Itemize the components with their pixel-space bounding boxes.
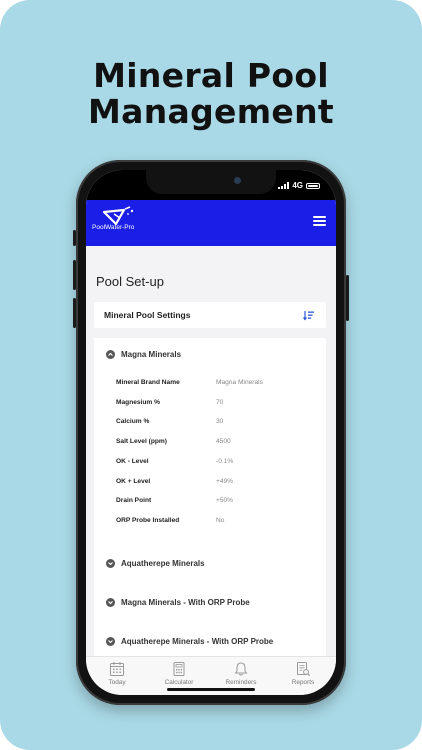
field-value: 30 <box>216 418 224 425</box>
calendar-icon <box>110 662 124 676</box>
field-key: Salt Level (ppm) <box>116 438 167 445</box>
accordion-label: Magna Minerals - With ORP Probe <box>121 598 250 607</box>
field-key: Magnesium % <box>116 399 160 406</box>
field-key: Mineral Brand Name <box>116 379 180 386</box>
promo-card: Mineral Pool Management 4G PoolWater-Pro… <box>0 0 422 750</box>
field-value: 70 <box>216 399 224 406</box>
chevron-down-icon <box>106 637 115 646</box>
poolwater-logo-icon <box>102 206 134 226</box>
battery-icon <box>306 182 320 189</box>
accordion-magna-minerals[interactable]: Magna Minerals <box>106 350 181 359</box>
hamburger-menu-button[interactable] <box>313 216 326 226</box>
tab-label: Reports <box>291 679 315 686</box>
headline-line-1: Mineral Pool <box>93 56 329 95</box>
bell-icon <box>234 662 248 676</box>
field-key: OK + Level <box>116 478 151 485</box>
report-icon <box>297 662 311 677</box>
camera-icon <box>234 177 241 184</box>
calculator-icon <box>173 662 185 676</box>
tab-reminders[interactable]: Reminders <box>210 661 272 686</box>
field-key: OK - Level <box>116 458 149 465</box>
field-value: +49% <box>216 478 234 485</box>
tab-label: Today <box>108 679 126 686</box>
field-key: ORP Probe Installed <box>116 517 180 524</box>
volume-down-button <box>73 298 76 328</box>
tab-label: Reminders <box>225 679 257 686</box>
tab-label: Calculator <box>164 679 194 686</box>
phone-screen: 4G PoolWater-Pro Pool Set-up Mineral Poo… <box>86 170 336 695</box>
sort-icon[interactable] <box>303 310 314 321</box>
field-value: No <box>216 517 225 524</box>
accordion-label: Aquatherepe Minerals <box>121 559 205 568</box>
power-button <box>346 275 349 321</box>
menu-line-icon <box>313 224 326 226</box>
mineral-settings-header[interactable]: Mineral Pool Settings <box>94 302 326 328</box>
field-value: +50% <box>216 497 234 504</box>
accordion-aquatherepe-orp[interactable]: Aquatherepe Minerals - With ORP Probe <box>106 637 273 646</box>
field-value: -0.1% <box>216 458 234 465</box>
field-key: Drain Point <box>116 497 152 504</box>
accordion-label: Magna Minerals <box>121 350 182 359</box>
menu-line-icon <box>313 220 326 222</box>
chevron-down-icon <box>106 559 115 568</box>
menu-line-icon <box>313 216 326 218</box>
headline-line-2: Management <box>88 92 334 131</box>
field-key: Calcium % <box>116 418 150 425</box>
notch <box>146 170 276 194</box>
home-indicator[interactable] <box>167 688 255 691</box>
main-content[interactable]: Pool Set-up Mineral Pool Settings Magna … <box>86 246 336 656</box>
logo-text: PoolWater-Pro <box>92 224 135 231</box>
promo-headline: Mineral Pool Management <box>0 58 422 130</box>
network-label: 4G <box>292 181 303 190</box>
status-indicators: 4G <box>278 181 320 190</box>
app-header: PoolWater-Pro <box>86 200 336 246</box>
field-value: Magna Minerals <box>216 379 263 386</box>
mute-switch <box>73 230 76 246</box>
tab-reports[interactable]: Reports <box>272 661 334 686</box>
phone-frame: 4G PoolWater-Pro Pool Set-up Mineral Poo… <box>73 160 349 705</box>
tab-today[interactable]: Today <box>86 661 148 686</box>
signal-icon <box>278 182 290 189</box>
tab-calculator[interactable]: Calculator <box>148 661 210 686</box>
field-value: 4500 <box>216 438 231 445</box>
page-title: Pool Set-up <box>96 274 164 289</box>
chevron-up-icon <box>106 350 115 359</box>
volume-up-button <box>73 260 76 290</box>
accordion-aquatherepe-minerals[interactable]: Aquatherepe Minerals <box>106 559 205 568</box>
accordion-label: Aquatherepe Minerals - With ORP Probe <box>121 637 274 646</box>
section-title: Mineral Pool Settings <box>104 310 191 320</box>
accordion-magna-orp[interactable]: Magna Minerals - With ORP Probe <box>106 598 250 607</box>
chevron-down-icon <box>106 598 115 607</box>
mineral-list: Magna Minerals Mineral Brand Name Magna … <box>94 338 326 656</box>
